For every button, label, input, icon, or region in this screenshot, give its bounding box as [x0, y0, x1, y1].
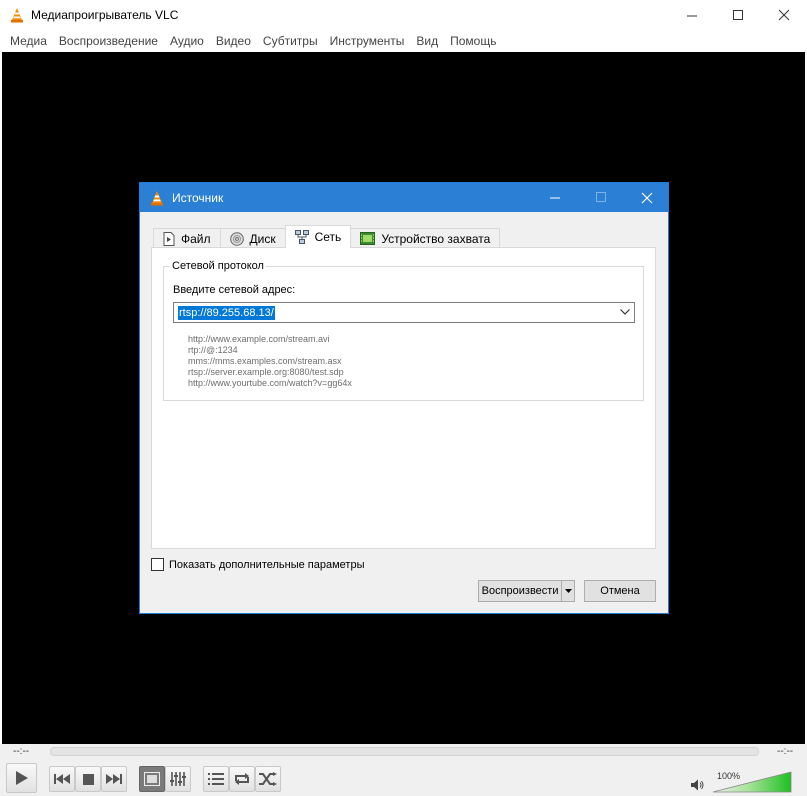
- volume-icon[interactable]: [691, 779, 705, 791]
- dialog-maximize-button: [578, 183, 624, 212]
- main-titlebar: Медиапроигрыватель VLC: [0, 0, 807, 30]
- network-address-combobox[interactable]: rtsp://89.255.68.13/: [173, 302, 635, 323]
- tab-file-label: Файл: [181, 231, 211, 246]
- menu-help[interactable]: Помощь: [444, 30, 502, 52]
- vlc-cone-icon: [151, 190, 163, 205]
- playlist-icon: [208, 773, 224, 785]
- previous-button[interactable]: [49, 766, 75, 792]
- group-title: Сетевой протокол: [170, 260, 266, 272]
- fullscreen-icon: [144, 772, 160, 786]
- address-examples: http://www.example.com/stream.avi rtp://…: [188, 334, 352, 389]
- shuffle-icon: [259, 772, 277, 786]
- fullscreen-button[interactable]: [139, 766, 165, 792]
- play-button[interactable]: Воспроизвести: [478, 580, 575, 602]
- address-label: Введите сетевой адрес:: [173, 284, 296, 296]
- play-button-label: Воспроизвести: [481, 585, 559, 597]
- minimize-button[interactable]: [669, 0, 715, 30]
- dialog-minimize-button[interactable]: [532, 183, 578, 212]
- menu-bar: Медиа Воспроизведение Аудио Видео Субтит…: [0, 30, 807, 52]
- window-title: Медиапроигрыватель VLC: [31, 8, 179, 22]
- maximize-icon: [595, 192, 606, 202]
- vlc-cone-icon: [11, 8, 23, 23]
- maximize-button[interactable]: [715, 0, 761, 30]
- capture-device-icon: [360, 232, 376, 245]
- menu-subtitles[interactable]: Субтитры: [257, 30, 324, 52]
- chevron-down-icon[interactable]: [620, 309, 630, 315]
- play-pause-button[interactable]: [6, 763, 37, 793]
- example-line: rtsp://server.example.org:8080/test.sdp: [188, 367, 344, 377]
- menu-media[interactable]: Медиа: [4, 30, 53, 52]
- dialog-close-button[interactable]: [624, 183, 670, 212]
- disc-icon: [229, 231, 244, 246]
- close-icon: [778, 9, 790, 21]
- menu-video[interactable]: Видео: [210, 30, 257, 52]
- example-line: mms://mms.examples.com/stream.asx: [188, 356, 342, 366]
- show-more-options-checkbox[interactable]: [151, 558, 164, 571]
- cancel-button-label: Отмена: [600, 585, 640, 597]
- network-protocol-group: Сетевой протокол Введите сетевой адрес: …: [163, 260, 644, 401]
- stop-button[interactable]: [75, 766, 101, 792]
- tab-disc-label: Диск: [249, 231, 276, 246]
- previous-icon: [54, 774, 70, 784]
- minimize-icon: [549, 197, 560, 199]
- network-address-value[interactable]: rtsp://89.255.68.13/: [178, 306, 275, 320]
- menu-view[interactable]: Вид: [410, 30, 444, 52]
- dialog-title: Источник: [172, 190, 224, 205]
- open-media-dialog: Источник Файл Диск Сеть Устройство захва…: [139, 182, 669, 614]
- cancel-button[interactable]: Отмена: [584, 580, 656, 602]
- example-line: http://www.example.com/stream.avi: [188, 334, 330, 344]
- menu-audio[interactable]: Аудио: [164, 30, 210, 52]
- file-icon: [163, 231, 175, 246]
- shuffle-button[interactable]: [255, 766, 281, 792]
- total-time[interactable]: --:--: [777, 746, 793, 757]
- playback-controls: --:-- --:-- 100%: [0, 744, 807, 796]
- seek-slider[interactable]: [50, 747, 759, 756]
- dialog-titlebar: Источник: [140, 183, 668, 212]
- equalizer-icon: [170, 772, 186, 786]
- playlist-button[interactable]: [203, 766, 229, 792]
- network-icon: [294, 230, 309, 244]
- example-line: rtp://@:1234: [188, 345, 238, 355]
- show-more-options-label: Показать дополнительные параметры: [169, 558, 365, 571]
- play-icon: [15, 771, 28, 785]
- source-tabs: Файл Диск Сеть Устройство захвата: [153, 225, 501, 248]
- loop-button[interactable]: [229, 766, 255, 792]
- tab-capture-device[interactable]: Устройство захвата: [350, 228, 501, 248]
- tab-network[interactable]: Сеть: [284, 225, 352, 248]
- tab-file[interactable]: Файл: [153, 228, 221, 248]
- show-more-options[interactable]: Показать дополнительные параметры: [151, 558, 364, 571]
- next-icon: [106, 774, 122, 784]
- play-options-dropdown[interactable]: [561, 581, 574, 601]
- example-line: http://www.yourtube.com/watch?v=gg64x: [188, 378, 352, 388]
- next-button[interactable]: [101, 766, 127, 792]
- maximize-icon: [732, 9, 743, 20]
- caret-down-icon: [564, 589, 572, 593]
- menu-playback[interactable]: Воспроизведение: [53, 30, 164, 52]
- extended-settings-button[interactable]: [165, 766, 191, 792]
- stop-icon: [82, 773, 94, 785]
- elapsed-time[interactable]: --:--: [13, 746, 29, 757]
- close-icon: [641, 192, 653, 203]
- tab-network-label: Сеть: [314, 230, 342, 244]
- menu-tools[interactable]: Инструменты: [324, 30, 411, 52]
- network-tab-panel: Сетевой протокол Введите сетевой адрес: …: [151, 247, 656, 549]
- close-button[interactable]: [761, 0, 807, 30]
- minimize-icon: [686, 15, 697, 16]
- loop-icon: [235, 773, 249, 785]
- tab-disc[interactable]: Диск: [219, 228, 286, 248]
- tab-capture-device-label: Устройство захвата: [381, 231, 491, 246]
- volume-slider[interactable]: [712, 771, 792, 793]
